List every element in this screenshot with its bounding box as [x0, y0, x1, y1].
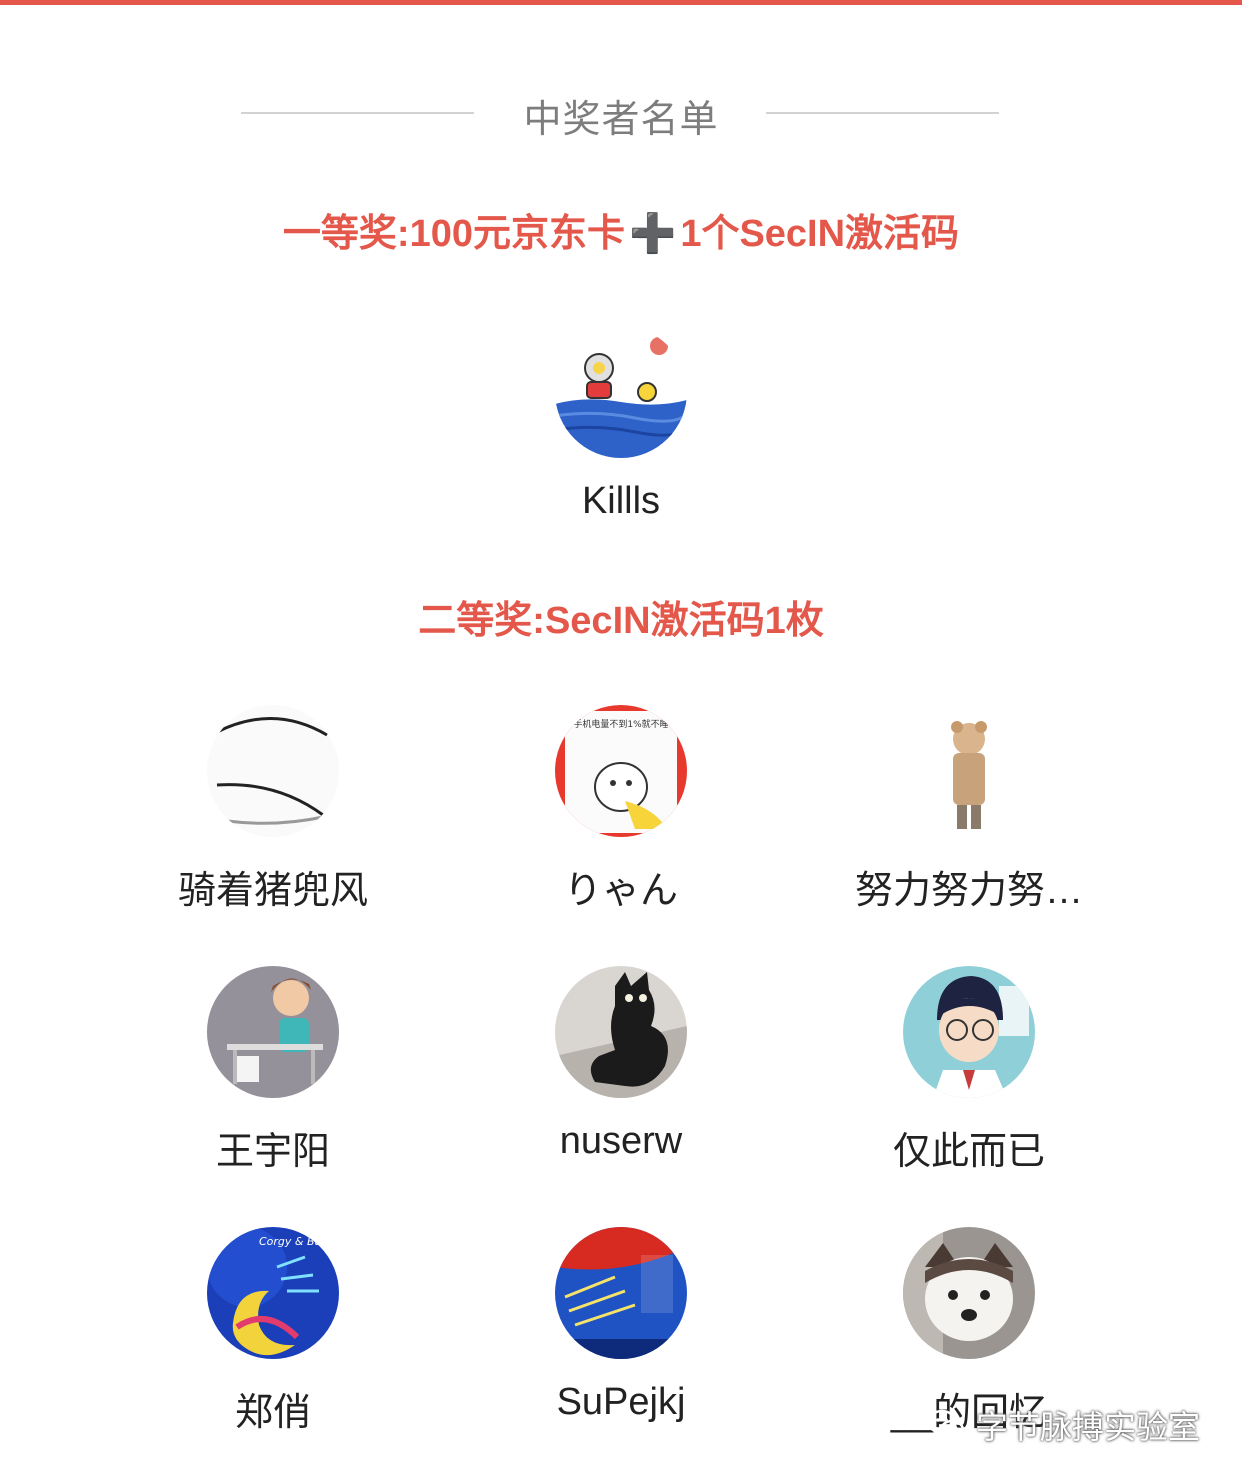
black-cat-avatar[interactable] — [555, 966, 687, 1098]
sketch-lines-avatar[interactable] — [207, 705, 339, 837]
puppy-avatar[interactable] — [903, 1227, 1035, 1359]
winner-card[interactable]: Killls — [461, 326, 781, 523]
winner-name: 骑着猪兜风 — [177, 870, 368, 912]
cartoon-battery-avatar[interactable]: 手机电量不到1%就不睡 — [555, 705, 687, 837]
top-accent-bar — [0, 0, 1242, 5]
winner-name: 郑俏 — [234, 1392, 311, 1434]
winner-name: りゃん — [563, 870, 678, 912]
winner-name: nuserw — [559, 1120, 683, 1162]
avatar-caption: Corgy & Budo — [259, 1235, 335, 1248]
winner-name: Killls — [581, 480, 661, 522]
winner-card[interactable]: 王宇阳 — [113, 966, 433, 1175]
avatar-caption: 手机电量不到1%就不睡 — [573, 718, 668, 730]
conan-avatar[interactable] — [903, 966, 1035, 1098]
plus-icon: ➕ — [628, 213, 677, 255]
first-prize-label: 一等奖:100元京东卡 — [282, 213, 625, 255]
winner-card[interactable]: 手机电量不到1%就不睡 りゃん — [461, 705, 781, 914]
winner-card[interactable]: nuserw — [461, 966, 781, 1163]
second-prize-heading: 二等奖:SecIN激活码1枚 — [418, 600, 824, 642]
winner-name: SuPejkj — [556, 1381, 686, 1423]
winner-name: 努力努力努… — [854, 870, 1083, 912]
winner-name: 王宇阳 — [215, 1131, 330, 1173]
watermark-text: 字节脉搏实验室 — [975, 1409, 1200, 1445]
ultraman-avatar[interactable] — [555, 326, 687, 458]
winner-card[interactable]: SuPejkj — [461, 1227, 781, 1424]
first-prize-label-extra: 1个SecIN激活码 — [680, 213, 960, 255]
watermark: 字节脉搏实验室 — [926, 1402, 1200, 1448]
wechat-icon — [927, 1409, 965, 1441]
winner-card[interactable]: 努力努力努… — [809, 705, 1129, 914]
title-divider-right — [766, 112, 999, 114]
winner-card[interactable]: 仅此而已 — [809, 966, 1129, 1175]
desk-coder-avatar[interactable] — [207, 966, 339, 1098]
winner-card[interactable]: Corgy & Budo 郑俏 — [113, 1227, 433, 1436]
winner-name: 仅此而已 — [892, 1131, 1045, 1173]
first-prize-heading: 一等奖:100元京东卡 ➕ 1个SecIN激活码 — [0, 202, 1242, 257]
winner-card[interactable]: 骑着猪兜风 — [113, 705, 433, 914]
blue-moon-avatar[interactable]: Corgy & Budo — [207, 1227, 339, 1359]
parade-flag-avatar[interactable] — [555, 1227, 687, 1359]
bear-girl-avatar[interactable] — [903, 705, 1035, 837]
section-title: 中奖者名单 — [523, 99, 719, 141]
